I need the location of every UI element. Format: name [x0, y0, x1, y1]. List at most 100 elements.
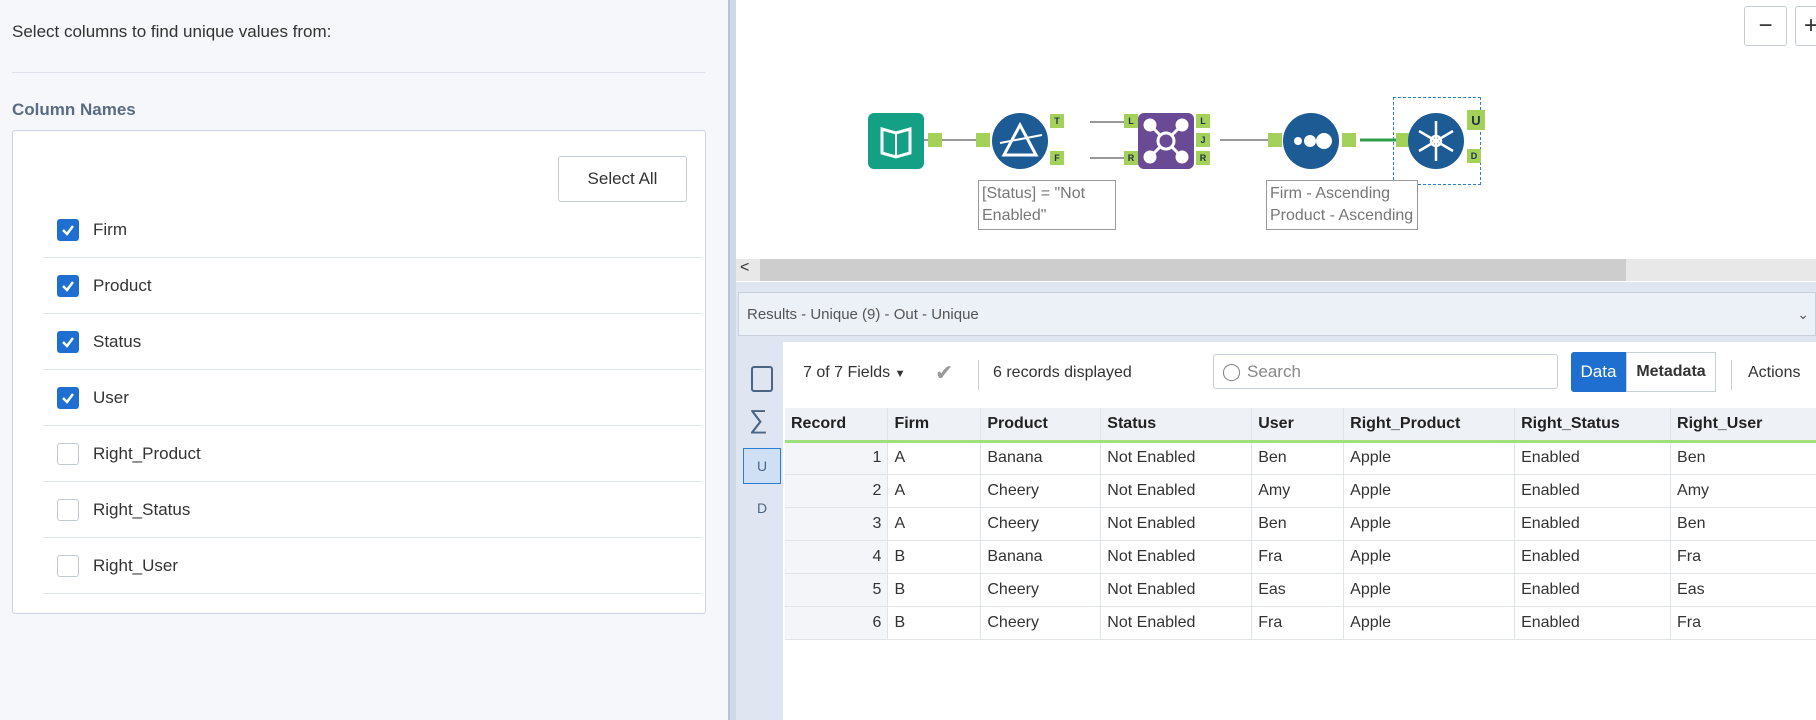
table-cell[interactable]: Apple — [1343, 606, 1516, 640]
column-checkbox-row[interactable]: Right_Product — [43, 426, 703, 482]
table-cell[interactable]: Enabled — [1514, 474, 1672, 508]
column-header[interactable]: Right_Product — [1343, 408, 1516, 443]
fields-dropdown[interactable]: 7 of 7 Fields ▼ — [803, 364, 906, 382]
sort-tool-icon[interactable] — [1283, 113, 1339, 169]
table-cell[interactable]: B — [887, 606, 982, 640]
table-cell[interactable]: Amy — [1670, 474, 1816, 508]
table-cell[interactable]: Apple — [1343, 507, 1516, 541]
join-left-port[interactable]: L — [1196, 114, 1210, 128]
scroll-left-arrow[interactable]: < — [740, 259, 749, 277]
table-cell[interactable]: Not Enabled — [1100, 573, 1253, 607]
column-checkbox-row[interactable]: Firm — [43, 202, 703, 258]
unique-tool-icon[interactable] — [1408, 113, 1464, 169]
column-checkbox-row[interactable]: Right_Status — [43, 482, 703, 538]
table-cell[interactable]: Not Enabled — [1100, 441, 1253, 475]
table-cell[interactable]: B — [887, 540, 982, 574]
column-checkbox-row[interactable]: Right_User — [43, 538, 703, 594]
sort-output-port[interactable] — [1342, 133, 1356, 147]
table-cell[interactable]: 3 — [785, 507, 889, 541]
column-header[interactable]: Status — [1100, 408, 1253, 443]
column-header[interactable]: Right_Status — [1514, 408, 1672, 443]
column-header[interactable]: Product — [980, 408, 1102, 443]
table-cell[interactable]: 2 — [785, 474, 889, 508]
checkbox[interactable] — [57, 554, 79, 577]
table-cell[interactable]: Amy — [1251, 474, 1345, 508]
input-data-tool-icon[interactable] — [868, 113, 924, 169]
join-right-port[interactable]: R — [1196, 151, 1210, 165]
table-row[interactable]: 4 B Banana Not Enabled Fra Apple Enabled Fra — [785, 540, 1816, 574]
table-cell[interactable]: Not Enabled — [1100, 507, 1253, 541]
false-port[interactable]: F — [1050, 151, 1064, 165]
table-cell[interactable]: Enabled — [1514, 606, 1672, 640]
filter-tool-icon[interactable] — [992, 113, 1048, 169]
table-cell[interactable]: A — [887, 474, 982, 508]
table-row[interactable]: 3 A Cheery Not Enabled Ben Apple Enabled Ben — [785, 507, 1816, 541]
column-header[interactable]: Record — [785, 408, 889, 443]
actions-menu[interactable]: Actions — [1748, 364, 1800, 382]
table-cell[interactable]: Enabled — [1514, 540, 1672, 574]
table-cell[interactable]: 6 — [785, 606, 889, 640]
input-port[interactable] — [976, 133, 990, 147]
column-checkbox-row[interactable]: Product — [43, 258, 703, 314]
table-cell[interactable]: 1 — [785, 441, 889, 475]
column-checkbox-row[interactable]: User — [43, 370, 703, 426]
zoom-in-button[interactable]: + — [1795, 6, 1816, 46]
table-cell[interactable]: Ben — [1251, 507, 1345, 541]
metadata-tab[interactable]: Metadata — [1626, 352, 1716, 392]
column-header[interactable]: Right_User — [1670, 408, 1816, 443]
table-cell[interactable]: Not Enabled — [1100, 474, 1253, 508]
table-cell[interactable]: Enabled — [1514, 507, 1672, 541]
table-view-icon[interactable] — [751, 366, 773, 392]
table-cell[interactable]: Fra — [1670, 540, 1816, 574]
checkbox[interactable] — [57, 274, 79, 297]
panel-splitter[interactable] — [728, 0, 736, 720]
right-input-port[interactable]: R — [1124, 151, 1138, 165]
apply-checkmark-icon[interactable]: ✔ — [935, 360, 953, 386]
table-cell[interactable]: Fra — [1251, 540, 1345, 574]
zoom-out-button[interactable]: − — [1744, 6, 1787, 46]
data-tab[interactable]: Data — [1571, 352, 1626, 392]
checkbox[interactable] — [57, 386, 79, 409]
table-cell[interactable]: Ben — [1670, 441, 1816, 475]
table-row[interactable]: 1 A Banana Not Enabled Ben Apple Enabled Ben — [785, 441, 1816, 475]
table-cell[interactable]: Ben — [1251, 441, 1345, 475]
column-checkbox-row[interactable]: Status — [43, 314, 703, 370]
duplicate-output-tab[interactable]: D — [743, 490, 781, 526]
join-join-port[interactable]: J — [1196, 133, 1210, 147]
table-cell[interactable]: Apple — [1343, 573, 1516, 607]
table-cell[interactable]: Banana — [980, 441, 1102, 475]
table-cell[interactable]: Fra — [1670, 606, 1816, 640]
table-cell[interactable]: Ben — [1670, 507, 1816, 541]
table-cell[interactable]: Apple — [1343, 441, 1516, 475]
table-cell[interactable]: Cheery — [980, 474, 1102, 508]
unique-output-tab[interactable]: U — [743, 448, 781, 484]
sort-input-port[interactable] — [1268, 133, 1282, 147]
checkbox[interactable] — [57, 498, 79, 521]
table-cell[interactable]: Enabled — [1514, 441, 1672, 475]
table-cell[interactable]: Eas — [1251, 573, 1345, 607]
join-tool-icon[interactable] — [1138, 113, 1194, 169]
column-header[interactable]: Firm — [887, 408, 982, 443]
output-port[interactable] — [928, 133, 942, 147]
table-cell[interactable]: Not Enabled — [1100, 540, 1253, 574]
true-port[interactable]: T — [1050, 114, 1064, 128]
table-cell[interactable]: A — [887, 441, 982, 475]
checkbox[interactable] — [57, 218, 79, 241]
table-cell[interactable]: Cheery — [980, 507, 1102, 541]
sum-icon[interactable]: ∑ — [749, 404, 768, 435]
table-cell[interactable]: Cheery — [980, 606, 1102, 640]
collapse-chevron-icon[interactable]: ⌄ — [1797, 306, 1809, 323]
search-input[interactable]: ◯ Search — [1213, 354, 1558, 389]
table-row[interactable]: 5 B Cheery Not Enabled Eas Apple Enabled Eas — [785, 573, 1816, 607]
table-cell[interactable]: Not Enabled — [1100, 606, 1253, 640]
table-cell[interactable]: Banana — [980, 540, 1102, 574]
checkbox[interactable] — [57, 330, 79, 353]
table-row[interactable]: 6 B Cheery Not Enabled Fra Apple Enabled Fra — [785, 606, 1816, 640]
unique-output-port[interactable]: U — [1467, 110, 1485, 130]
table-cell[interactable]: Enabled — [1514, 573, 1672, 607]
table-cell[interactable]: Eas — [1670, 573, 1816, 607]
scrollbar-thumb[interactable] — [760, 259, 1626, 281]
table-cell[interactable]: Apple — [1343, 474, 1516, 508]
checkbox[interactable] — [57, 442, 79, 465]
table-cell[interactable]: 5 — [785, 573, 889, 607]
